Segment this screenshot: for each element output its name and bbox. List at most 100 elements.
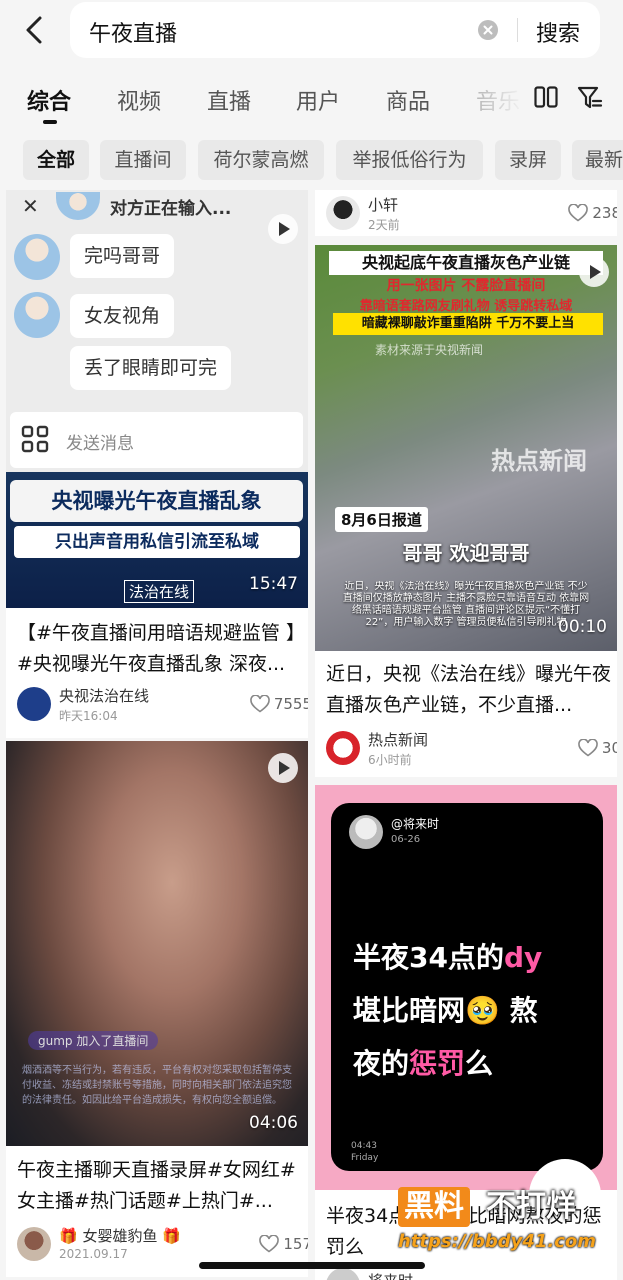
divider	[517, 18, 518, 42]
author-name[interactable]: 小轩	[368, 194, 398, 215]
like-count-value: 30	[601, 739, 617, 757]
news-red-line: 用一张图片 不露脸直播间	[386, 278, 546, 294]
footer-day: Friday	[351, 1153, 379, 1163]
video-thumbnail[interactable]: ✕ 对方正在输入... 完吗哥哥 女友视角 丢了眼睛即可完 发送消息 央视曝光午…	[6, 190, 308, 608]
author-name[interactable]: 央视法治在线	[59, 685, 149, 706]
layout-toggle-icon[interactable]	[534, 86, 558, 108]
back-button[interactable]	[14, 10, 54, 50]
result-card-b[interactable]: 央视起底午夜直播灰色产业链 用一张图片 不露脸直播间 靠暗语套路网友刷礼物 诱导…	[315, 245, 617, 777]
like-count-value: 157	[283, 1235, 308, 1253]
post-avatar	[349, 815, 383, 849]
chip-all[interactable]: 全部	[23, 140, 89, 180]
back-arrow-icon	[26, 16, 42, 44]
chip-live-room[interactable]: 直播间	[100, 140, 186, 180]
video-subtitles: 近日，央视《法治在线》曝光午夜直播灰色产业链 不少直播间仅播放静态图片 主播不露…	[342, 581, 590, 628]
tab-users[interactable]: 用户	[296, 84, 340, 116]
post-time: 昨天16:04	[59, 709, 118, 723]
clear-icon[interactable]	[478, 20, 498, 40]
chip-report[interactable]: 举报低俗行为	[336, 140, 483, 180]
post-date: 06-26	[391, 834, 421, 845]
chat-bubble: 完吗哥哥	[70, 234, 175, 278]
footer-time: 04:43	[351, 1141, 377, 1151]
top-bar: 午夜直播 搜索	[0, 0, 623, 62]
message-placeholder: 发送消息	[66, 434, 134, 454]
chip-latest[interactable]: 最新	[572, 140, 623, 180]
like-count[interactable]: 157	[259, 1235, 308, 1253]
channel-watermark: 热点新闻	[491, 447, 587, 475]
chip-screen-record[interactable]: 录屏	[495, 140, 561, 180]
video-thumbnail[interactable]: 央视起底午夜直播灰色产业链 用一张图片 不露脸直播间 靠暗语套路网友刷礼物 诱导…	[315, 245, 617, 651]
program-logo: 法治在线	[124, 580, 195, 603]
watermark-brand-suffix: 不打烊	[486, 1189, 576, 1224]
post-handle: @将来时	[391, 817, 440, 831]
like-count[interactable]: 7555	[250, 695, 308, 713]
tab-live[interactable]: 直播	[207, 84, 251, 116]
play-icon	[579, 257, 609, 287]
result-card-c[interactable]: gump 加入了直播间 烟酒酒等不当行为，若有违反，平台有权对您采取包括暂停支付…	[6, 741, 308, 1277]
result-card-partial[interactable]: 小轩 2天前 238	[315, 190, 617, 236]
tabs-fade	[465, 76, 525, 122]
chat-input-bar: 发送消息	[10, 412, 303, 468]
text-post-image: @将来时 06-26 半夜34点的dy 堪比暗网🥹 熬 夜的惩罚么 04:43 …	[331, 803, 603, 1171]
watermark-url: https://bbdy41.com	[398, 1231, 597, 1252]
site-watermark: 黑料 不打烊 https://bbdy41.com	[398, 1187, 602, 1257]
tab-video[interactable]: 视频	[117, 84, 161, 116]
video-duration: 00:10	[558, 617, 607, 637]
card-title[interactable]: 【#午夜直播间用暗语规避监管 】#央视曝光午夜直播乱象 深夜...	[17, 618, 307, 680]
avatar[interactable]	[326, 1268, 360, 1280]
author-name[interactable]: 🎁 女婴雄豹鱼 🎁	[59, 1225, 181, 1246]
sub-banner: 只出声音用私信引流至私域	[14, 526, 300, 558]
active-tab-indicator	[43, 120, 57, 124]
tab-comprehensive[interactable]: 综合	[27, 84, 71, 116]
play-icon	[268, 753, 298, 783]
category-tabs: 综合 视频 直播 用户 商品 音乐	[0, 76, 623, 126]
heart-icon	[259, 1235, 280, 1253]
card-meta-partial: 将来时	[326, 1268, 526, 1280]
heart-icon	[578, 739, 598, 757]
news-red-line: 靠暗语套路网友刷礼物 诱导跳转私域	[359, 299, 573, 314]
video-duration: 04:06	[249, 1113, 298, 1133]
author-name[interactable]: 热点新闻	[368, 729, 428, 750]
chat-bubble: 丢了眼睛即可完	[70, 346, 232, 390]
card-meta: 央视法治在线 昨天16:04 7555	[17, 685, 308, 729]
headline-banner: 央视曝光午夜直播乱象	[10, 480, 303, 522]
play-icon	[268, 214, 298, 244]
avatar[interactable]	[17, 1227, 51, 1261]
heart-icon	[250, 695, 270, 713]
like-count[interactable]: 30	[578, 739, 617, 757]
search-results-page: 午夜直播 搜索 综合 视频 直播 用户 商品 音乐 全部 直播间 荷尔蒙高燃 举…	[0, 0, 623, 1280]
news-yellow-line: 暗藏裸聊敲诈重重陷阱 千万不要上当	[333, 313, 603, 335]
chat-close-icon: ✕	[22, 194, 39, 218]
search-input[interactable]: 午夜直播	[89, 16, 177, 48]
avatar[interactable]	[17, 687, 51, 721]
author-name[interactable]: 将来时	[368, 1270, 413, 1280]
post-time: 6小时前	[368, 753, 412, 767]
video-caption: 哥哥 欢迎哥哥	[402, 541, 530, 565]
search-button[interactable]: 搜索	[536, 16, 580, 48]
chat-avatar	[14, 292, 60, 338]
home-indicator[interactable]	[199, 1262, 425, 1269]
chat-status: 对方正在输入...	[110, 199, 232, 219]
chat-avatar	[14, 234, 60, 280]
card-title[interactable]: 近日，央视《法治在线》曝光午夜直播灰色产业链，不少直播...	[326, 659, 616, 721]
source-note: 素材来源于央视新闻	[375, 343, 484, 357]
image-thumbnail[interactable]: @将来时 06-26 半夜34点的dy 堪比暗网🥹 熬 夜的惩罚么 04:43 …	[315, 785, 617, 1231]
avatar[interactable]	[326, 196, 360, 230]
post-text: 半夜34点的dy 堪比暗网🥹 熬 夜的惩罚么	[353, 941, 543, 1080]
like-count-value: 7555	[273, 695, 308, 713]
card-title[interactable]: 午夜主播聊天直播录屏#女网红#女主播#热门话题#上热门#...	[17, 1155, 307, 1217]
filter-icon[interactable]	[577, 86, 603, 110]
search-box[interactable]: 午夜直播 搜索	[70, 2, 600, 58]
heart-icon	[568, 204, 589, 222]
watermark-brand: 黑料	[398, 1187, 470, 1227]
like-count[interactable]: 238	[568, 204, 617, 222]
chip-hormone[interactable]: 荷尔蒙高燃	[198, 140, 324, 180]
filter-chips: 全部 直播间 荷尔蒙高燃 举报低俗行为 录屏 最新	[0, 140, 623, 182]
result-card-a[interactable]: ✕ 对方正在输入... 完吗哥哥 女友视角 丢了眼睛即可完 发送消息 央视曝光午…	[6, 190, 308, 738]
date-tag: 8月6日报道	[335, 507, 428, 532]
video-thumbnail[interactable]: gump 加入了直播间 烟酒酒等不当行为，若有违反，平台有权对您采取包括暂停支付…	[6, 741, 308, 1146]
avatar[interactable]	[326, 731, 360, 765]
tab-goods[interactable]: 商品	[386, 84, 430, 116]
join-notice: gump 加入了直播间	[28, 1031, 159, 1050]
chat-avatar	[56, 192, 100, 220]
